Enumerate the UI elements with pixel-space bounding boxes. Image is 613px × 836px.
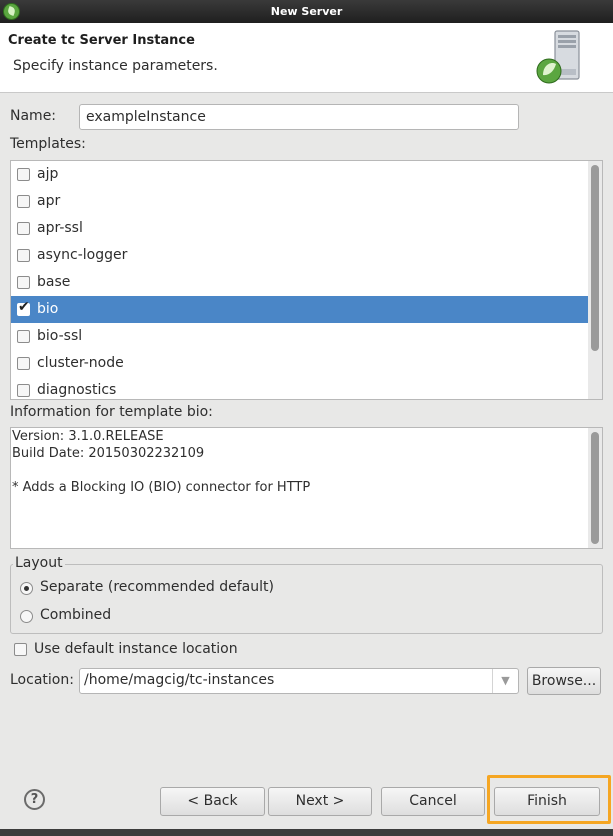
template-checkbox[interactable] — [17, 249, 30, 262]
window-title: New Server — [270, 5, 343, 18]
template-checkbox[interactable] — [17, 168, 30, 181]
location-value: /home/magcig/tc-instances — [84, 672, 275, 688]
info-description: * Adds a Blocking IO (BIO) connector for… — [12, 480, 311, 495]
location-label: Location: — [10, 672, 74, 688]
template-label: apr — [37, 193, 61, 209]
browse-button[interactable]: Browse... — [527, 667, 601, 695]
template-label: async-logger — [37, 247, 128, 263]
separate-radio-label[interactable]: Separate (recommended default) — [40, 579, 274, 595]
info-build-date: Build Date: 20150302232109 — [12, 446, 205, 461]
template-checkbox[interactable] — [17, 330, 30, 343]
checkmark-icon: ✔ — [18, 299, 30, 315]
banner-title: Create tc Server Instance — [8, 33, 195, 48]
info-label: Information for template bio: — [10, 404, 213, 420]
template-checkbox[interactable] — [17, 384, 30, 397]
templates-label: Templates: — [10, 136, 86, 152]
templates-scroll-thumb[interactable] — [591, 165, 599, 351]
combined-radio-label[interactable]: Combined — [40, 607, 111, 623]
separate-radio[interactable] — [20, 582, 33, 595]
template-checkbox[interactable] — [17, 357, 30, 370]
info-version: Version: 3.1.0.RELEASE — [12, 429, 164, 444]
template-item-ajp[interactable]: ajp — [11, 161, 589, 188]
next-button[interactable]: Next > — [268, 787, 372, 816]
location-combo[interactable]: /home/magcig/tc-instances ▼ — [79, 668, 519, 694]
spring-app-icon — [3, 3, 20, 20]
template-checkbox[interactable] — [17, 195, 30, 208]
layout-group: Layout Separate (recommended default) Co… — [10, 555, 603, 634]
template-item-bio[interactable]: ✔ bio — [11, 296, 589, 323]
template-item-base[interactable]: base — [11, 269, 589, 296]
template-label: bio — [37, 301, 59, 317]
templates-scrollbar[interactable] — [588, 161, 602, 399]
name-label: Name: — [10, 108, 57, 124]
back-button[interactable]: < Back — [160, 787, 265, 816]
use-default-location-checkbox[interactable] — [14, 643, 27, 656]
use-default-location-label[interactable]: Use default instance location — [34, 641, 238, 657]
template-info-area[interactable]: Version: 3.1.0.RELEASE Build Date: 20150… — [10, 427, 603, 549]
template-label: diagnostics — [37, 382, 117, 398]
name-input[interactable]: exampleInstance — [79, 104, 519, 130]
finish-button[interactable]: Finish — [494, 787, 600, 816]
chevron-down-icon[interactable]: ▼ — [492, 669, 518, 693]
template-checkbox[interactable] — [17, 222, 30, 235]
template-item-bio-ssl[interactable]: bio-ssl — [11, 323, 589, 350]
template-item-diagnostics[interactable]: diagnostics — [11, 377, 589, 399]
template-item-apr[interactable]: apr — [11, 188, 589, 215]
info-scroll-thumb[interactable] — [591, 432, 599, 544]
template-checkbox[interactable] — [17, 276, 30, 289]
combined-radio[interactable] — [20, 610, 33, 623]
cancel-button[interactable]: Cancel — [381, 787, 485, 816]
banner-description: Specify instance parameters. — [13, 58, 218, 74]
template-label: ajp — [37, 166, 59, 182]
template-label: apr-ssl — [37, 220, 83, 236]
server-icon — [536, 30, 580, 84]
template-label: cluster-node — [37, 355, 124, 371]
help-icon[interactable]: ? — [24, 789, 45, 810]
templates-list[interactable]: ajp apr apr-ssl async-logger base ✔ bio … — [10, 160, 603, 400]
template-label: base — [37, 274, 71, 290]
template-item-apr-ssl[interactable]: apr-ssl — [11, 215, 589, 242]
template-item-cluster-node[interactable]: cluster-node — [11, 350, 589, 377]
template-label: bio-ssl — [37, 328, 83, 344]
window-bottom-edge — [0, 829, 613, 836]
window-titlebar: New Server — [0, 0, 613, 23]
info-scrollbar[interactable] — [588, 428, 602, 548]
template-item-async-logger[interactable]: async-logger — [11, 242, 589, 269]
template-checkbox-checked[interactable]: ✔ — [17, 299, 30, 316]
wizard-banner: Create tc Server Instance Specify instan… — [0, 23, 613, 93]
layout-group-title: Layout — [13, 555, 65, 571]
